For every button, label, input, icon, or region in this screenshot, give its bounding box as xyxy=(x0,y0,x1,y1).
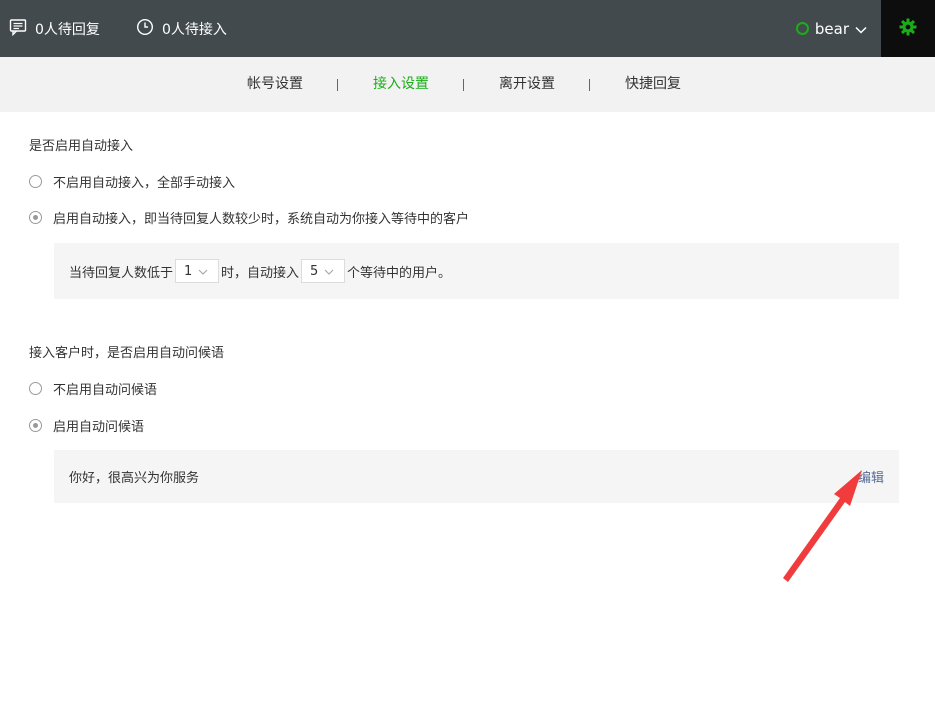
auto-access-title: 是否启用自动接入 xyxy=(29,139,134,154)
gear-icon xyxy=(899,18,917,40)
tab-leave-settings[interactable]: 离开设置 xyxy=(499,57,555,112)
auto-access-rule-panel: 当待回复人数低于 1 时，自动接入 5 个等待中的用户。 xyxy=(54,243,899,299)
greeting-title: 接入客户时，是否启用自动问候语 xyxy=(29,346,225,361)
user-menu[interactable]: bear xyxy=(795,0,867,57)
auto-access-on-option[interactable]: 启用自动接入，即当待回复人数较少时，系统自动为你接入等待中的客户 xyxy=(29,208,469,227)
pending-reply-label: 0人待回复 xyxy=(35,21,100,38)
user-name: bear xyxy=(814,19,849,38)
auto-access-off-radio[interactable] xyxy=(29,175,42,188)
greeting-off-option[interactable]: 不启用自动问候语 xyxy=(29,379,157,398)
greeting-message-panel: 你好，很高兴为你服务 编辑 xyxy=(54,450,899,503)
clock-icon xyxy=(136,18,162,40)
online-status-icon xyxy=(795,22,809,35)
edit-greeting-link[interactable]: 编辑 xyxy=(858,450,884,503)
tab-divider xyxy=(589,79,590,91)
tab-divider xyxy=(463,79,464,91)
auto-access-off-label: 不启用自动接入，全部手动接入 xyxy=(53,176,236,191)
chat-icon xyxy=(9,18,35,40)
top-bar: 0人待回复 0人待接入 bear xyxy=(0,0,935,57)
greeting-message: 你好，很高兴为你服务 xyxy=(69,471,200,486)
greeting-on-radio[interactable] xyxy=(29,419,42,432)
auto-access-on-radio[interactable] xyxy=(29,211,42,224)
auto-access-off-option[interactable]: 不启用自动接入，全部手动接入 xyxy=(29,172,235,191)
tab-divider xyxy=(337,79,338,91)
greeting-off-radio[interactable] xyxy=(29,382,42,395)
count-value: 5 xyxy=(310,263,319,279)
chevron-down-icon xyxy=(198,264,208,279)
settings-tabs: 帐号设置 接入设置 离开设置 快捷回复 xyxy=(0,57,935,112)
tab-account-settings[interactable]: 帐号设置 xyxy=(247,57,303,112)
tab-quick-reply[interactable]: 快捷回复 xyxy=(625,57,681,112)
settings-button[interactable] xyxy=(881,0,935,57)
rule-suffix: 个等待中的用户。 xyxy=(347,265,452,281)
threshold-select[interactable]: 1 xyxy=(175,259,220,283)
pending-access-stat: 0人待接入 xyxy=(136,0,227,57)
auto-access-on-label: 启用自动接入，即当待回复人数较少时，系统自动为你接入等待中的客户 xyxy=(53,212,470,227)
greeting-on-label: 启用自动问候语 xyxy=(53,420,145,435)
pending-access-label: 0人待接入 xyxy=(162,21,227,38)
greeting-on-option[interactable]: 启用自动问候语 xyxy=(29,416,144,435)
tab-access-settings[interactable]: 接入设置 xyxy=(373,57,429,112)
rule-middle: 时，自动接入 xyxy=(221,265,300,281)
pending-reply-stat: 0人待回复 xyxy=(9,0,100,57)
count-select[interactable]: 5 xyxy=(301,259,346,283)
greeting-off-label: 不启用自动问候语 xyxy=(53,383,158,398)
rule-prefix: 当待回复人数低于 xyxy=(69,265,174,281)
threshold-value: 1 xyxy=(184,263,193,279)
chevron-down-icon xyxy=(324,264,334,279)
chevron-down-icon xyxy=(855,20,867,38)
